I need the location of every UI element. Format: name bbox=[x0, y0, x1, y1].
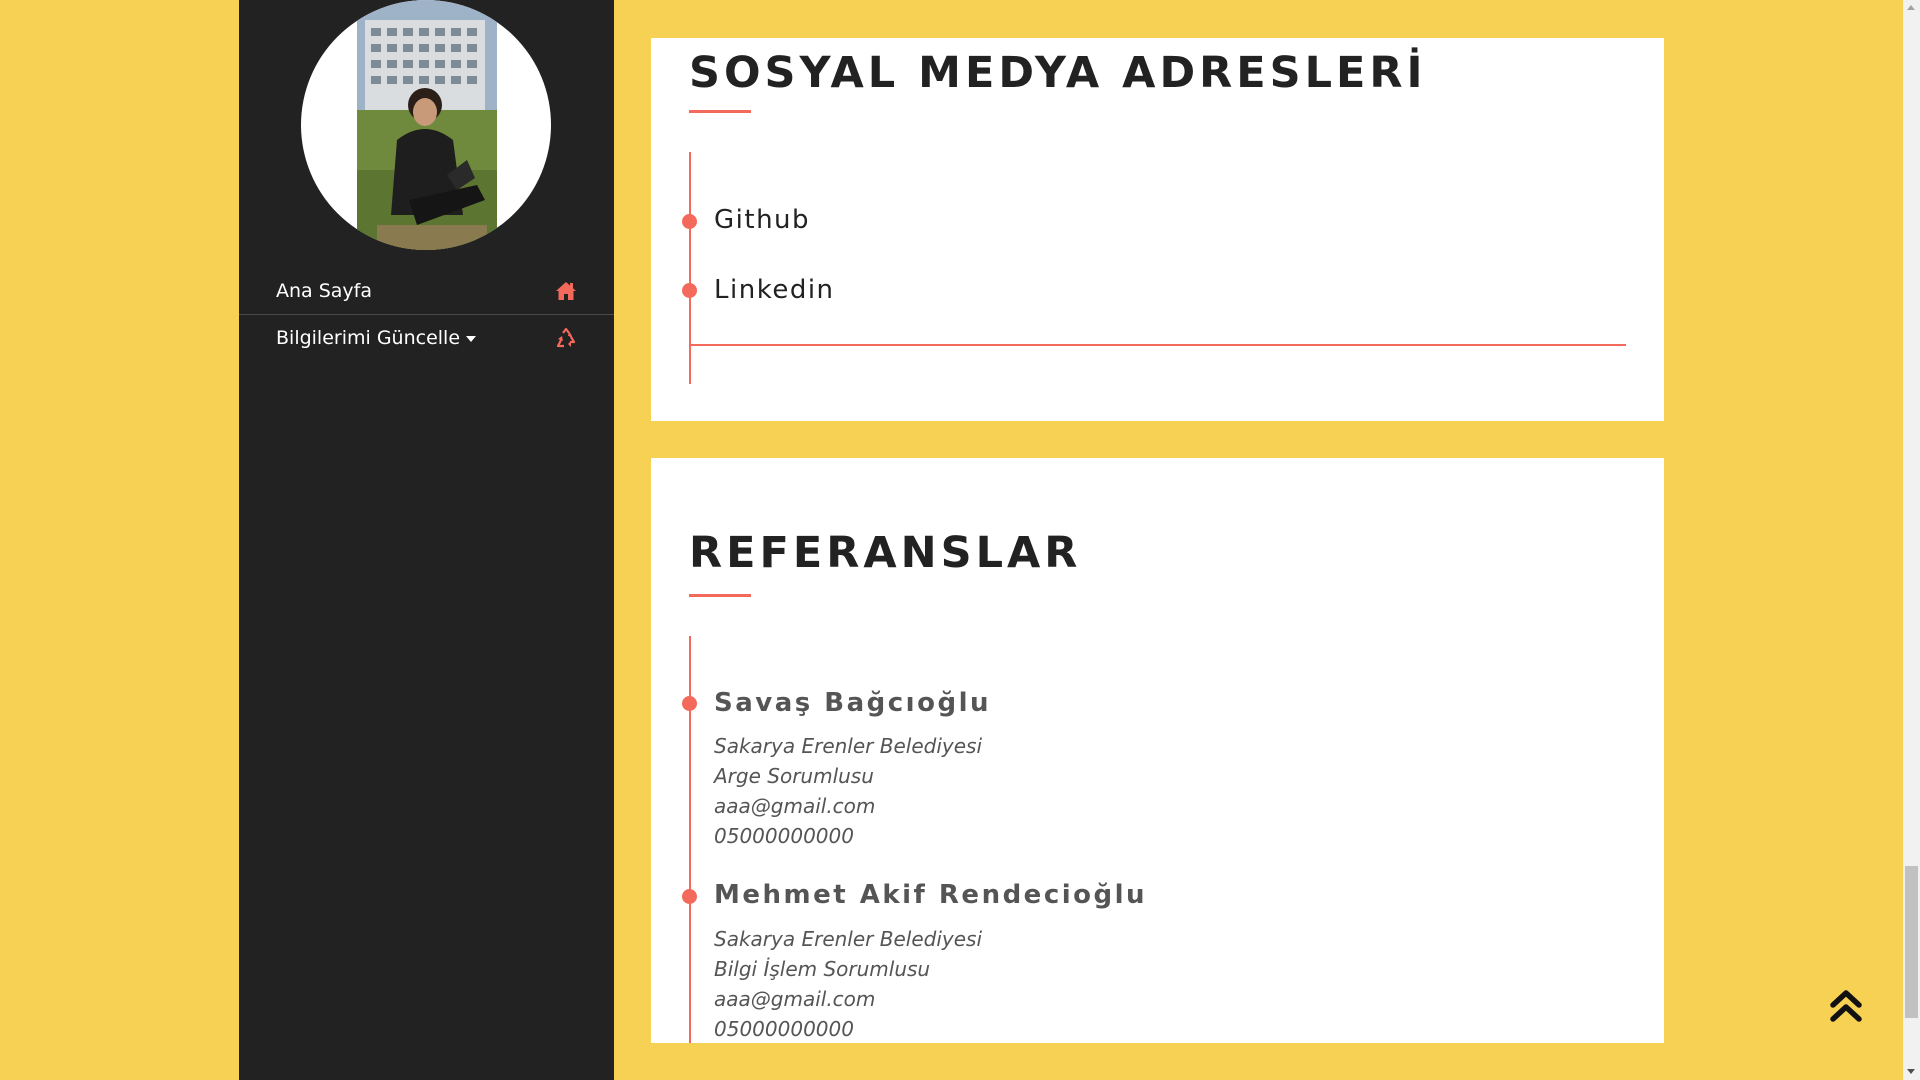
title-underline bbox=[689, 594, 751, 597]
scrollbar-up-arrow-icon[interactable] bbox=[1907, 5, 1915, 10]
sidebar: Ana Sayfa Bilgilerimi Güncelle bbox=[239, 0, 614, 1080]
timeline-dot bbox=[682, 696, 697, 711]
social-media-card: SOSYAL MEDYA ADRESLERİ Github Linkedin bbox=[651, 38, 1664, 421]
timeline-bottom-line bbox=[689, 344, 1626, 346]
reference-phone: 05000000000 bbox=[714, 1017, 854, 1041]
reference-name: Savaş Bağcıoğlu bbox=[714, 688, 991, 718]
scrollbar-thumb[interactable] bbox=[1905, 866, 1918, 1018]
reference-name: Mehmet Akif Rendecioğlu bbox=[714, 880, 1148, 910]
timeline-line bbox=[689, 152, 691, 384]
reference-role: Bilgi İşlem Sorumlusu bbox=[714, 957, 931, 981]
reference-email: aaa@gmail.com bbox=[714, 794, 876, 818]
page-scrollbar[interactable] bbox=[1903, 0, 1920, 1080]
nav-item-bilgilerimi-guncelle[interactable]: Bilgilerimi Güncelle bbox=[239, 315, 614, 361]
nav-item-label: Bilgilerimi Güncelle bbox=[276, 327, 461, 349]
scrollbar-down-arrow-icon[interactable] bbox=[1907, 1069, 1915, 1074]
github-link[interactable]: Github bbox=[714, 205, 810, 235]
nav-item-label: Ana Sayfa bbox=[276, 280, 373, 302]
references-section-title: REFERANSLAR bbox=[689, 528, 1082, 578]
timeline-dot bbox=[682, 214, 697, 229]
nav-item-ana-sayfa[interactable]: Ana Sayfa bbox=[239, 268, 614, 315]
reference-role: Arge Sorumlusu bbox=[714, 764, 874, 788]
reference-phone: 05000000000 bbox=[714, 824, 854, 848]
profile-photo bbox=[357, 0, 497, 250]
sidebar-nav: Ana Sayfa Bilgilerimi Güncelle bbox=[239, 268, 614, 361]
timeline-dot bbox=[682, 889, 697, 904]
double-chevron-up-icon bbox=[1830, 990, 1862, 1022]
timeline-dot bbox=[682, 283, 697, 298]
caret-down-icon bbox=[466, 335, 477, 342]
home-icon bbox=[554, 279, 578, 303]
profile-avatar bbox=[301, 0, 551, 250]
scroll-to-top-button[interactable] bbox=[1829, 985, 1863, 1025]
reference-email: aaa@gmail.com bbox=[714, 987, 876, 1011]
reference-organization: Sakarya Erenler Belediyesi bbox=[714, 927, 982, 951]
nav-dropdown-toggle: Bilgilerimi Güncelle bbox=[276, 327, 554, 349]
social-section-title: SOSYAL MEDYA ADRESLERİ bbox=[689, 48, 1427, 98]
title-underline bbox=[689, 110, 751, 113]
reference-organization: Sakarya Erenler Belediyesi bbox=[714, 734, 982, 758]
recycle-icon bbox=[554, 326, 578, 350]
linkedin-link[interactable]: Linkedin bbox=[714, 275, 835, 305]
references-card: REFERANSLAR Savaş Bağcıoğlu Sakarya Eren… bbox=[651, 458, 1664, 1043]
